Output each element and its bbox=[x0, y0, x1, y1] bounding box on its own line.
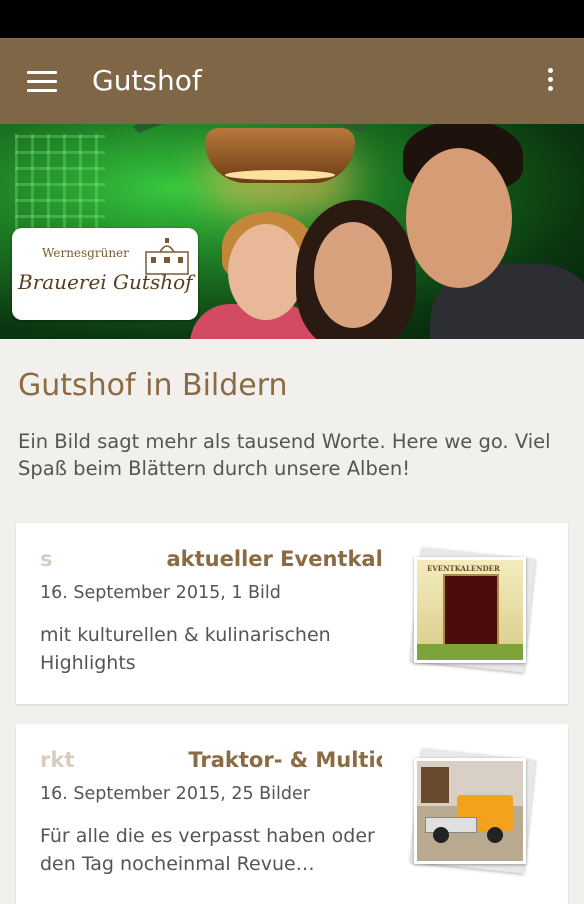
album-description: Für alle die es verpasst haben oder den … bbox=[40, 825, 375, 875]
album-title-scrolled-tail: rkt bbox=[40, 748, 75, 772]
menu-icon[interactable] bbox=[27, 71, 57, 93]
thumbnail-photo: EVENTKALENDER bbox=[414, 557, 526, 663]
tractor-photo-wheel bbox=[487, 827, 503, 843]
hero-person-1-face bbox=[228, 224, 304, 320]
album-title-text: Traktor- & Multica bbox=[188, 748, 382, 772]
hero-person-3-face bbox=[406, 148, 512, 288]
album-description: mit kulturellen & kulinarischen Highligh… bbox=[40, 624, 331, 674]
event-calendar-footer bbox=[417, 644, 523, 660]
album-meta: 16. September 2015, 1 Bild bbox=[40, 583, 281, 603]
album-title-scrolled-tail: s bbox=[40, 547, 53, 571]
logo-line-2: Brauerei Gutshof bbox=[18, 270, 193, 294]
event-calendar-image-title: EVENTKALENDER bbox=[427, 564, 500, 573]
hero-lamp-glow bbox=[225, 170, 335, 180]
app-bar: Gutshof bbox=[0, 38, 584, 124]
thumbnail-photo bbox=[414, 758, 526, 864]
event-calendar-poster bbox=[443, 574, 499, 648]
album-card[interactable]: rkt Traktor- & Multica 16. September 2015… bbox=[16, 724, 568, 904]
album-thumbnail[interactable]: EVENTKALENDER bbox=[408, 547, 536, 675]
event-calendar-image: EVENTKALENDER bbox=[417, 560, 523, 660]
brewery-logo: Wernesgrüner Brauerei Gutshof bbox=[12, 228, 198, 320]
overflow-menu-icon[interactable] bbox=[542, 68, 558, 96]
album-thumbnail[interactable] bbox=[408, 748, 536, 876]
hero-decor-lattice bbox=[15, 134, 105, 234]
hero-person-2-face bbox=[314, 222, 392, 328]
album-title: s aktueller Eventkale bbox=[40, 547, 382, 571]
tractor-photo-wheel bbox=[433, 827, 449, 843]
page-title: Gutshof in Bildern bbox=[18, 368, 288, 403]
app-title: Gutshof bbox=[92, 64, 202, 97]
album-title-text: aktueller Eventkale bbox=[166, 547, 383, 571]
logo-line-1: Wernesgrüner bbox=[42, 246, 129, 260]
album-title: rkt Traktor- & Multica bbox=[40, 748, 382, 772]
tractor-photo-door bbox=[421, 767, 449, 803]
page-intro: Ein Bild sagt mehr als tausend Worte. He… bbox=[18, 430, 551, 480]
album-card[interactable]: s aktueller Eventkale 16. September 2015,… bbox=[16, 523, 568, 704]
tractor-photo bbox=[417, 761, 523, 861]
status-bar bbox=[0, 0, 584, 38]
album-meta: 16. September 2015, 25 Bilder bbox=[40, 784, 310, 804]
